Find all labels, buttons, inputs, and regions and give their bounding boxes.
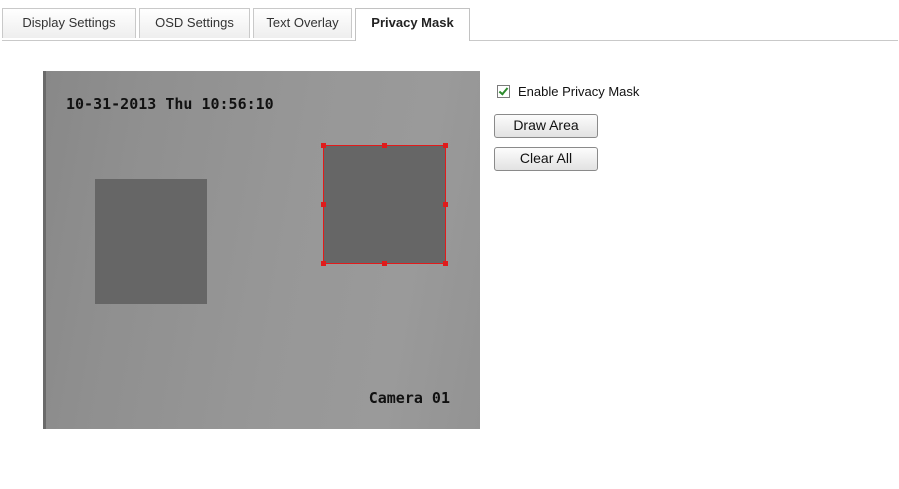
resize-handle-bottom-right[interactable]	[443, 261, 448, 266]
enable-privacy-mask-checkbox[interactable]	[497, 84, 510, 98]
tab-privacy-mask[interactable]: Privacy Mask	[355, 8, 470, 41]
tab-display-settings[interactable]: Display Settings	[2, 8, 136, 38]
resize-handle-left[interactable]	[321, 202, 326, 207]
resize-handle-bottom[interactable]	[382, 261, 387, 266]
resize-handle-right[interactable]	[443, 202, 448, 207]
enable-privacy-mask-label[interactable]: Enable Privacy Mask	[518, 84, 639, 99]
privacy-mask-area[interactable]	[95, 179, 207, 304]
draw-area-button[interactable]: Draw Area	[494, 114, 598, 138]
resize-handle-top[interactable]	[382, 143, 387, 148]
tab-text-overlay[interactable]: Text Overlay	[253, 8, 352, 38]
video-preview[interactable]: 10-31-2013 Thu 10:56:10 Camera 01	[43, 71, 480, 429]
clear-all-button[interactable]: Clear All	[494, 147, 598, 171]
enable-privacy-mask-row: Enable Privacy Mask	[497, 83, 639, 99]
resize-handle-top-left[interactable]	[321, 143, 326, 148]
privacy-mask-area-selected[interactable]	[321, 143, 448, 266]
tab-bar: Display Settings OSD Settings Text Overl…	[2, 8, 898, 41]
tab-osd-settings[interactable]: OSD Settings	[139, 8, 250, 38]
resize-handle-bottom-left[interactable]	[321, 261, 326, 266]
osd-date-time: 10-31-2013 Thu 10:56:10	[66, 95, 274, 113]
resize-handle-top-right[interactable]	[443, 143, 448, 148]
osd-camera-name: Camera 01	[368, 389, 450, 407]
